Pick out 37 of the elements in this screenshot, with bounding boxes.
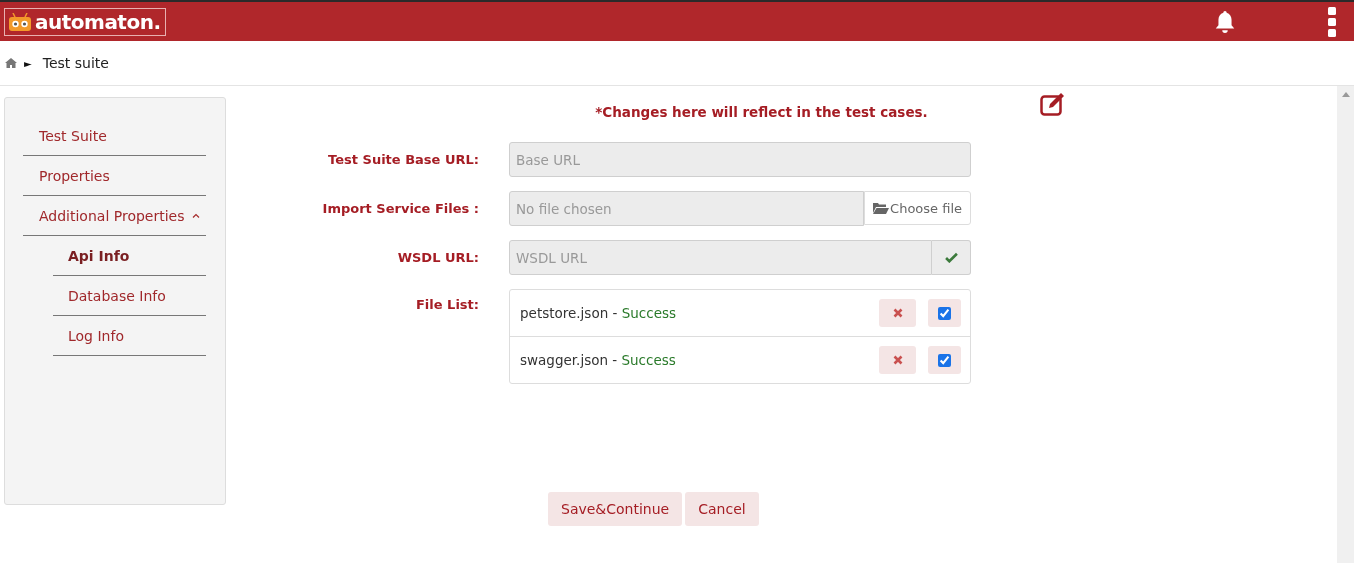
file-name: petstore.json - Success bbox=[520, 305, 677, 321]
field-label: Import Service Files : bbox=[321, 201, 480, 216]
breadcrumb-item: Test suite bbox=[42, 55, 109, 71]
logo[interactable]: automaton. bbox=[4, 7, 166, 36]
delete-button[interactable] bbox=[879, 299, 916, 327]
robot-icon bbox=[9, 12, 31, 31]
verify-button[interactable] bbox=[932, 240, 971, 275]
close-icon bbox=[892, 308, 903, 318]
sidebar-subitem[interactable]: Api Info bbox=[53, 236, 206, 276]
notice-text: *Changes here will reflect in the test cases. bbox=[595, 104, 928, 120]
check-icon bbox=[944, 252, 958, 263]
scroll-up-icon[interactable] bbox=[1341, 92, 1350, 97]
field-label: Test Suite Base URL: bbox=[327, 152, 480, 167]
field-label: File List: bbox=[414, 296, 480, 312]
checkbox[interactable] bbox=[938, 306, 951, 320]
choose-file-button[interactable]: Choose file bbox=[864, 191, 971, 225]
bell-icon[interactable] bbox=[1214, 9, 1236, 34]
file-field[interactable]: No file chosen bbox=[509, 191, 865, 226]
sidebar-item[interactable]: Additional Properties bbox=[23, 196, 206, 236]
menu-icon[interactable] bbox=[1328, 6, 1336, 37]
scrollbar[interactable] bbox=[1337, 86, 1354, 563]
sidebar-subitem[interactable]: Database Info bbox=[53, 276, 206, 316]
checkbox[interactable] bbox=[938, 353, 951, 367]
action-button[interactable]: Save&Continue bbox=[548, 492, 683, 526]
home-icon[interactable] bbox=[5, 58, 17, 68]
url-field[interactable]: Base URL bbox=[509, 142, 971, 177]
sidebar-subitem[interactable]: Log Info bbox=[53, 316, 206, 356]
breadcrumb-separator: ► bbox=[24, 57, 32, 69]
sidebar-item[interactable]: Test Suite bbox=[23, 116, 206, 156]
action-button[interactable]: Cancel bbox=[685, 492, 759, 526]
folder-icon bbox=[873, 202, 890, 214]
file-name: swagger.json - Success bbox=[520, 352, 677, 368]
sidebar-item[interactable]: Properties bbox=[23, 156, 206, 196]
field-label: WSDL URL: bbox=[396, 250, 480, 265]
wsdl-field[interactable]: WSDL URL bbox=[509, 240, 932, 275]
close-icon bbox=[892, 355, 903, 365]
delete-button[interactable] bbox=[879, 346, 916, 374]
